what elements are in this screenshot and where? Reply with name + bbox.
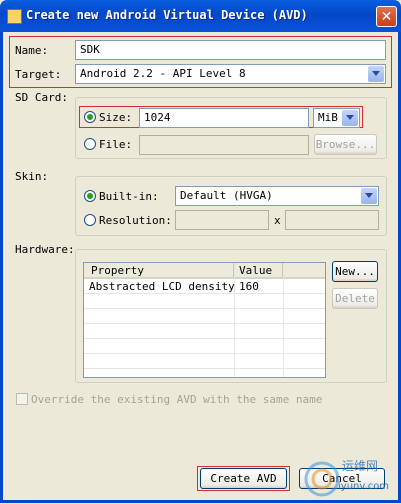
create-avd-button[interactable]: Create AVD	[200, 468, 287, 489]
builtin-label: Built-in:	[99, 190, 159, 203]
table-row-empty	[84, 324, 325, 339]
chevron-down-icon[interactable]	[361, 188, 377, 204]
file-radio[interactable]	[84, 138, 96, 150]
column-header-filler	[284, 263, 325, 279]
table-row-empty	[84, 309, 325, 324]
title-bar: Create new Android Virtual Device (AVD) …	[0, 0, 401, 32]
chevron-down-icon[interactable]	[342, 110, 358, 126]
value-cell: 160	[239, 280, 259, 293]
skin-select[interactable]: Default (HVGA)	[175, 186, 379, 206]
size-radio[interactable]	[84, 111, 96, 123]
name-label: Name:	[15, 44, 49, 57]
browse-button[interactable]: Browse...	[314, 134, 377, 155]
target-select[interactable]: Android 2.2 - API Level 8	[75, 64, 386, 84]
table-row-empty	[84, 354, 325, 369]
column-header-property[interactable]: Property	[84, 263, 234, 279]
size-unit-value: MiB	[318, 111, 338, 124]
file-label: File:	[99, 138, 133, 151]
override-checkbox[interactable]	[16, 393, 28, 405]
property-cell: Abstracted LCD density	[89, 280, 235, 293]
column-header-value[interactable]: Value	[235, 263, 283, 279]
resolution-width-input[interactable]	[175, 210, 269, 230]
target-value: Android 2.2 - API Level 8	[80, 67, 246, 80]
name-input[interactable]: SDK	[75, 40, 386, 60]
override-label: Override the existing AVD with the same …	[31, 393, 323, 406]
chevron-down-icon[interactable]	[368, 66, 384, 82]
size-label: Size:	[99, 111, 133, 124]
window-title: Create new Android Virtual Device (AVD)	[26, 8, 308, 22]
resolution-label: Resolution:	[99, 214, 172, 227]
new-property-button[interactable]: New...	[332, 261, 378, 282]
cancel-button[interactable]: Cancel	[299, 468, 385, 489]
sdcard-group-label: SD Card:	[15, 91, 68, 104]
resolution-separator: x	[274, 214, 281, 227]
size-input[interactable]: 1024	[139, 108, 309, 128]
delete-property-button[interactable]: Delete	[332, 288, 378, 309]
size-unit-select[interactable]: MiB	[313, 108, 360, 128]
hardware-group-label: Hardware:	[15, 243, 75, 256]
target-label: Target:	[15, 68, 62, 81]
app-icon	[7, 9, 22, 24]
file-input[interactable]	[139, 135, 309, 155]
skin-group-label: Skin:	[15, 170, 49, 183]
resolution-height-input[interactable]	[285, 210, 379, 230]
table-row-empty	[84, 339, 325, 354]
hardware-table[interactable]: Property Value Abstracted LCD density 16…	[83, 262, 326, 378]
table-row[interactable]: Abstracted LCD density 160	[84, 279, 325, 294]
table-row-empty	[84, 294, 325, 309]
builtin-radio[interactable]	[84, 190, 96, 202]
skin-value: Default (HVGA)	[180, 189, 273, 202]
close-button[interactable]: ✕	[376, 6, 397, 27]
resolution-radio[interactable]	[84, 214, 96, 226]
